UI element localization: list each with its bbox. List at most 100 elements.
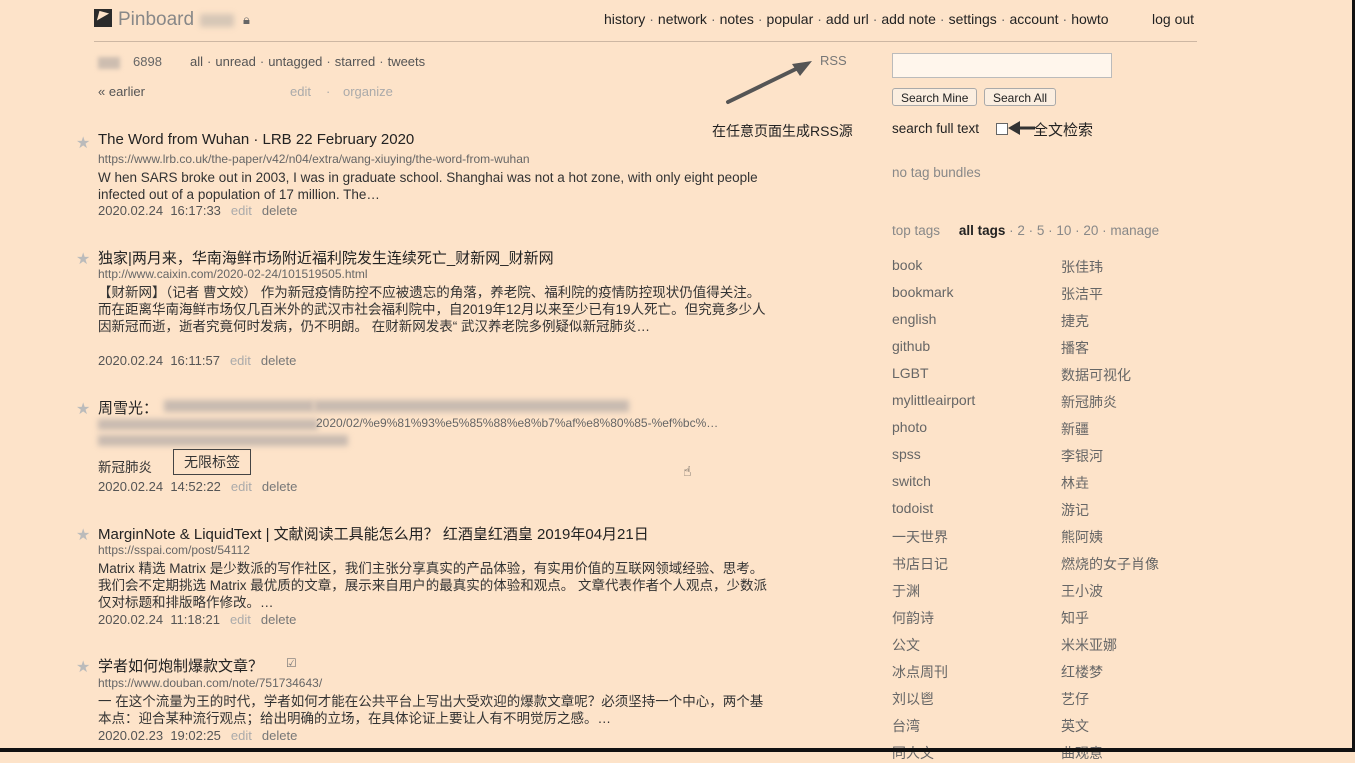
nav-popular[interactable]: popular	[767, 11, 814, 27]
tag-link[interactable]: photo	[892, 419, 927, 435]
tag-link[interactable]: 书店日记	[892, 554, 948, 574]
delete-link[interactable]: delete	[262, 728, 297, 743]
delete-link[interactable]: delete	[262, 479, 297, 494]
edit-link[interactable]: edit	[230, 353, 251, 368]
organize-link[interactable]: organize	[343, 84, 393, 99]
nav-account[interactable]: account	[1009, 11, 1058, 27]
nav-settings[interactable]: settings	[949, 11, 997, 27]
nav-network[interactable]: network	[658, 11, 707, 27]
tag-link[interactable]: 播客	[1061, 338, 1089, 358]
tag-link[interactable]: 刘以鬯	[892, 689, 934, 709]
tag-link[interactable]: 曲观意	[1061, 743, 1103, 763]
bookmark-url[interactable]: https://www.douban.com/note/751734643/	[98, 676, 322, 690]
edit-link[interactable]: edit	[230, 612, 251, 627]
tag-link[interactable]: english	[892, 311, 936, 327]
tag-link[interactable]: spss	[892, 446, 921, 462]
tag-link[interactable]: bookmark	[892, 284, 953, 300]
rss-link[interactable]: RSS	[820, 53, 847, 68]
bookmark-url[interactable]: https://sspai.com/post/54112	[98, 543, 250, 557]
delete-link[interactable]: delete	[261, 612, 296, 627]
delete-link[interactable]: delete	[261, 353, 296, 368]
bookmark-meta: 2020.02.24 14:52:22 edit delete	[98, 479, 297, 494]
earlier-link[interactable]: « earlier	[98, 84, 145, 99]
delete-link[interactable]: delete	[262, 203, 297, 218]
tag-link[interactable]: 于渊	[892, 581, 920, 601]
star-icon[interactable]: ★	[76, 133, 90, 153]
bookmark-title[interactable]: MarginNote & LiquidText | 文献阅读工具能怎么用？ 红酒…	[98, 523, 649, 544]
bookmark-title[interactable]: The Word from Wuhan · LRB 22 February 20…	[98, 131, 414, 148]
filter-all[interactable]: all	[190, 54, 203, 69]
redacted-title	[164, 400, 314, 412]
tag-link[interactable]: github	[892, 338, 930, 354]
tag-link[interactable]: 米米亚娜	[1061, 635, 1117, 655]
tag-link[interactable]: 一天世界	[892, 527, 948, 547]
tag-link[interactable]: 数据可视化	[1061, 365, 1131, 385]
tag-link[interactable]: 知乎	[1061, 608, 1089, 628]
edit-link[interactable]: edit	[231, 479, 252, 494]
pinboard-logo-icon[interactable]	[94, 9, 112, 27]
tag-link[interactable]: mylittleairport	[892, 392, 975, 408]
tab-top-tags[interactable]: top tags	[892, 223, 940, 238]
tag-link[interactable]: LGBT	[892, 365, 929, 381]
edit-link[interactable]: edit	[231, 728, 252, 743]
username-redacted	[200, 14, 234, 27]
tag-link[interactable]: 新冠肺炎	[1061, 392, 1117, 412]
tag-link[interactable]: 游记	[1061, 500, 1089, 520]
tag-link[interactable]: 张洁平	[1061, 284, 1103, 304]
tag-count-options[interactable]: · 2 · 5 · 10 · 20 · manage	[1005, 223, 1159, 238]
search-input[interactable]	[892, 53, 1112, 78]
tag-link[interactable]: 燃烧的女子肖像	[1061, 554, 1159, 574]
tag-link[interactable]: 冰点周刊	[892, 662, 948, 682]
tag-link[interactable]: 公文	[892, 635, 920, 655]
redacted-url	[98, 419, 318, 430]
tag-link[interactable]: 捷克	[1061, 311, 1089, 331]
bookmark-title[interactable]: 周雪光：	[98, 397, 158, 418]
search-all-button[interactable]: Search All	[984, 88, 1057, 106]
tag-link[interactable]: book	[892, 257, 922, 273]
bookmark-url[interactable]: https://www.lrb.co.uk/the-paper/v42/n04/…	[98, 152, 530, 166]
tag-link[interactable]: 英文	[1061, 716, 1089, 736]
edit-link[interactable]: edit	[231, 203, 252, 218]
filter-untagged[interactable]: untagged	[268, 54, 322, 69]
bookmark-item: ★ 学者如何炮制爆款文章？ ☑ https://www.douban.com/n…	[76, 655, 776, 747]
tag-link[interactable]: 新冠肺炎	[98, 456, 152, 476]
tag-link[interactable]: todoist	[892, 500, 933, 516]
tab-all-tags[interactable]: all tags	[959, 223, 1006, 238]
bookmark-url[interactable]: 2020/02/%e9%81%93%e5%85%88%e8%b7%af%e8%8…	[316, 416, 718, 430]
bookmark-time: 19:02:25	[170, 728, 221, 743]
star-icon[interactable]: ★	[76, 525, 90, 545]
tag-link[interactable]: 红楼梦	[1061, 662, 1103, 682]
logout-link[interactable]: log out	[1152, 11, 1194, 27]
tag-link[interactable]: 李银河	[1061, 446, 1103, 466]
tag-link[interactable]: 林垚	[1061, 473, 1089, 493]
brand-name[interactable]: Pinboard	[118, 9, 194, 31]
tag-link[interactable]: 熊阿姨	[1061, 527, 1103, 547]
nav-add-note[interactable]: add note	[881, 11, 936, 27]
bookmark-description: Matrix 精选 Matrix 是少数派的写作社区，我们主张分享真实的产品体验…	[98, 561, 768, 610]
star-icon[interactable]: ★	[76, 399, 90, 419]
bookmark-url[interactable]: http://www.caixin.com/2020-02-24/1015195…	[98, 267, 368, 281]
bulk-edit-link[interactable]: edit	[290, 84, 311, 99]
filter-tweets[interactable]: tweets	[388, 54, 426, 69]
tag-link[interactable]: switch	[892, 473, 931, 489]
nav-howto[interactable]: howto	[1071, 11, 1108, 27]
nav-history[interactable]: history	[604, 11, 645, 27]
bookmark-time: 11:18:21	[170, 612, 220, 627]
nav-notes[interactable]: notes	[720, 11, 754, 27]
tag-link[interactable]: 同人文	[892, 743, 934, 763]
tag-link[interactable]: 何韵诗	[892, 608, 934, 628]
star-icon[interactable]: ★	[76, 657, 90, 677]
bookmark-title[interactable]: 独家|两月来，华南海鲜市场附近福利院发生连续死亡_财新网_财新网	[98, 247, 554, 268]
full-text-checkbox[interactable]	[996, 123, 1008, 135]
star-icon[interactable]: ★	[76, 249, 90, 269]
tag-link[interactable]: 新疆	[1061, 419, 1089, 439]
tag-link[interactable]: 王小波	[1061, 581, 1103, 601]
filter-starred[interactable]: starred	[335, 54, 375, 69]
filter-unread[interactable]: unread	[215, 54, 255, 69]
tag-link[interactable]: 张佳玮	[1061, 257, 1103, 277]
search-mine-button[interactable]: Search Mine	[892, 88, 978, 106]
tag-link[interactable]: 艺仔	[1061, 689, 1089, 709]
bookmark-title[interactable]: 学者如何炮制爆款文章？	[98, 655, 263, 676]
nav-add-url[interactable]: add url	[826, 11, 869, 27]
tag-link[interactable]: 台湾	[892, 716, 920, 736]
